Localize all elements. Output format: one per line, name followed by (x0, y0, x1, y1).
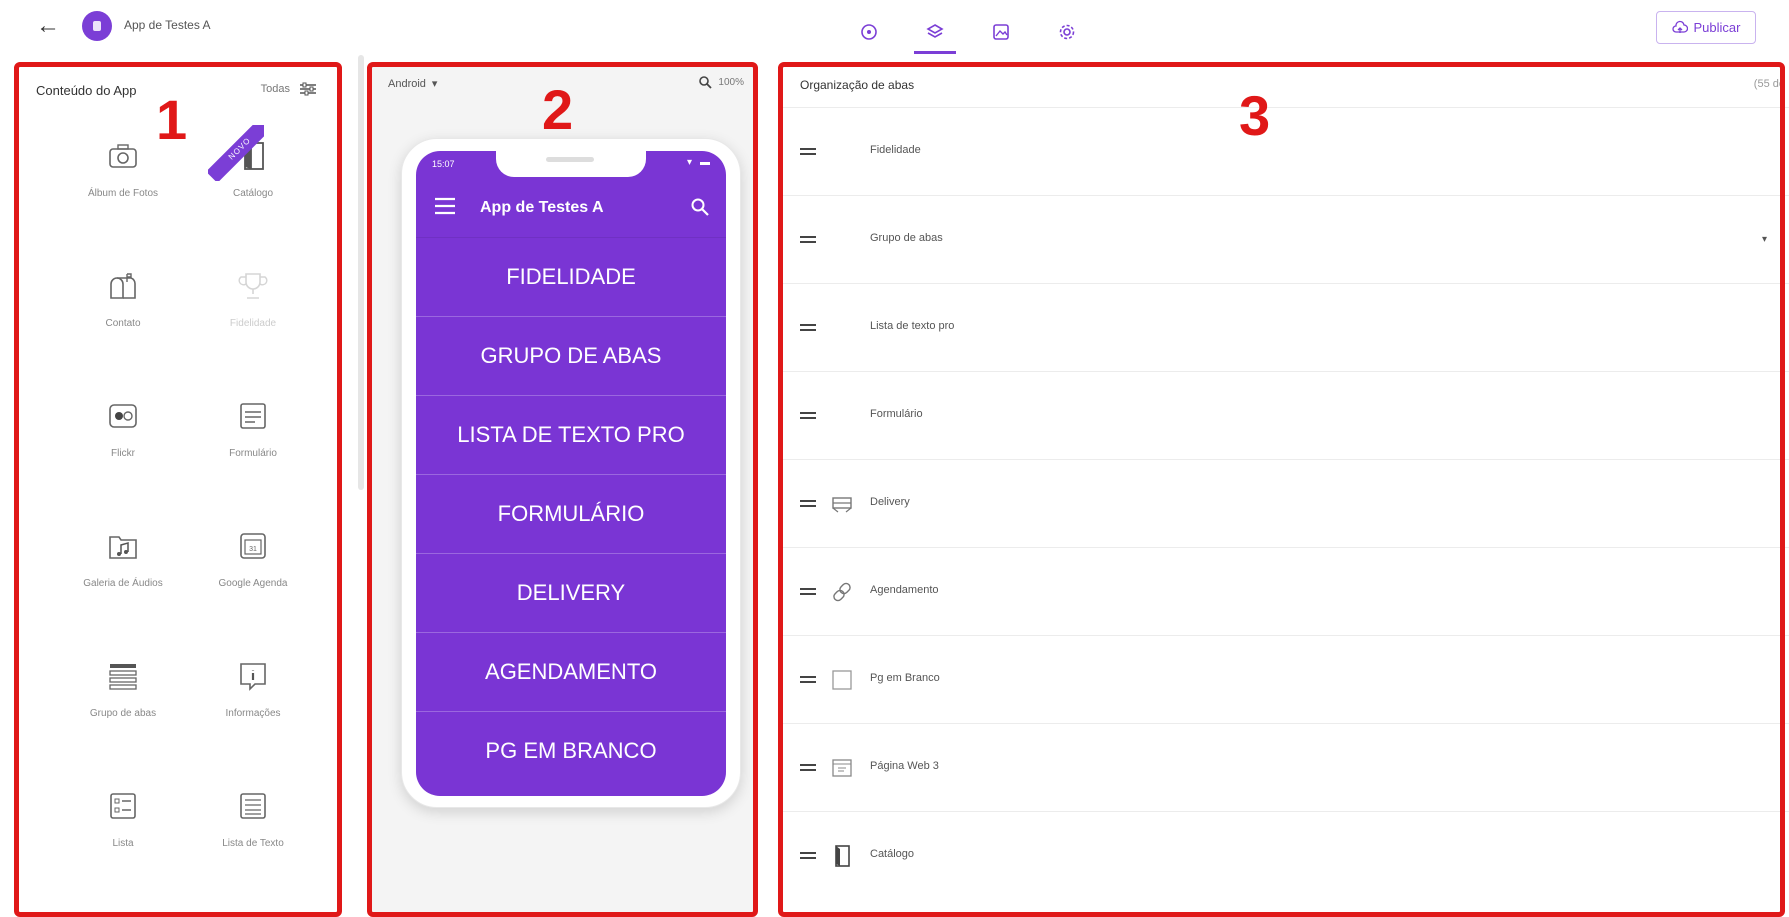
tab-settings[interactable] (1034, 10, 1100, 54)
marker-number: 3 (1239, 84, 1271, 147)
image-icon (993, 24, 1009, 40)
info-icon (861, 24, 877, 40)
layers-icon (926, 24, 944, 38)
highlight-box-content (14, 62, 342, 917)
top-bar: ← App de Testes A Publicar (0, 0, 1789, 55)
panel-resize-handle[interactable] (358, 55, 364, 490)
publish-label: Publicar (1693, 20, 1741, 35)
publish-button[interactable]: Publicar (1656, 11, 1756, 44)
app-avatar[interactable] (82, 11, 112, 41)
cloud-upload-icon (1671, 20, 1688, 33)
highlight-box-organizer (778, 62, 1785, 917)
app-logo-icon (93, 21, 101, 31)
tab-image[interactable] (968, 10, 1034, 54)
marker-number: 2 (542, 78, 574, 141)
gear-icon (1059, 24, 1075, 40)
marker-number: 1 (156, 88, 188, 151)
center-tabs (836, 10, 1100, 54)
highlight-box-preview (367, 62, 758, 917)
arrow-left-icon[interactable]: ← (36, 14, 60, 38)
tab-info[interactable] (836, 10, 902, 54)
tab-layers[interactable] (902, 10, 968, 54)
app-name: App de Testes A (124, 18, 211, 32)
